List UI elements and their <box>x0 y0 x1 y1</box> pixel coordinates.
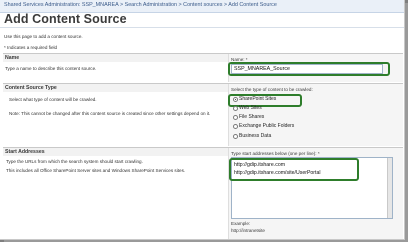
example-label: Example: <box>231 221 251 226</box>
start-section-title: Start Addresses <box>5 149 45 155</box>
start-description: Type the URLs from which the search syst… <box>6 159 143 164</box>
radio-label-file-shares: File Shares <box>239 114 265 120</box>
start-field-label: Type start addresses below (one per line… <box>231 151 320 156</box>
type-section-title: Content Source Type <box>5 85 57 91</box>
example-value: http://intranetsite <box>231 228 265 233</box>
radio-label-business-data: Business Data <box>239 133 272 139</box>
type-note: Note: This cannot be changed after this … <box>9 111 211 116</box>
radio-web-sites[interactable] <box>233 106 238 111</box>
radio-file-shares[interactable] <box>233 115 238 120</box>
radio-business-data[interactable] <box>233 134 238 139</box>
start-description-2: This includes all Office SharePoint Serv… <box>6 168 186 173</box>
start-highlight <box>229 158 359 181</box>
breadcrumb[interactable]: Shared Services Administration: SSP_MNAR… <box>4 2 277 8</box>
name-section-title: Name <box>5 55 20 61</box>
name-description: Type a name to describe this content sou… <box>5 66 97 71</box>
page-title: Add Content Source <box>4 12 127 26</box>
content-source-page: Shared Services Administration: SSP_MNAR… <box>0 0 405 240</box>
name-highlight <box>228 62 390 76</box>
title-divider <box>0 27 404 28</box>
type-field-label: Select the type of content to be crawled… <box>231 87 313 92</box>
required-note: * Indicates a required field <box>4 45 58 50</box>
intro-text: Use this page to add a content source. <box>4 34 83 39</box>
radio-label-web-sites: Web Sites <box>239 105 262 111</box>
type-description: Select what type of content will be craw… <box>9 97 97 102</box>
textarea-scrollbar[interactable] <box>387 158 392 218</box>
radio-label-exchange-public-folders: Exchange Public Folders <box>239 123 295 129</box>
radio-exchange-public-folders[interactable] <box>233 124 238 129</box>
